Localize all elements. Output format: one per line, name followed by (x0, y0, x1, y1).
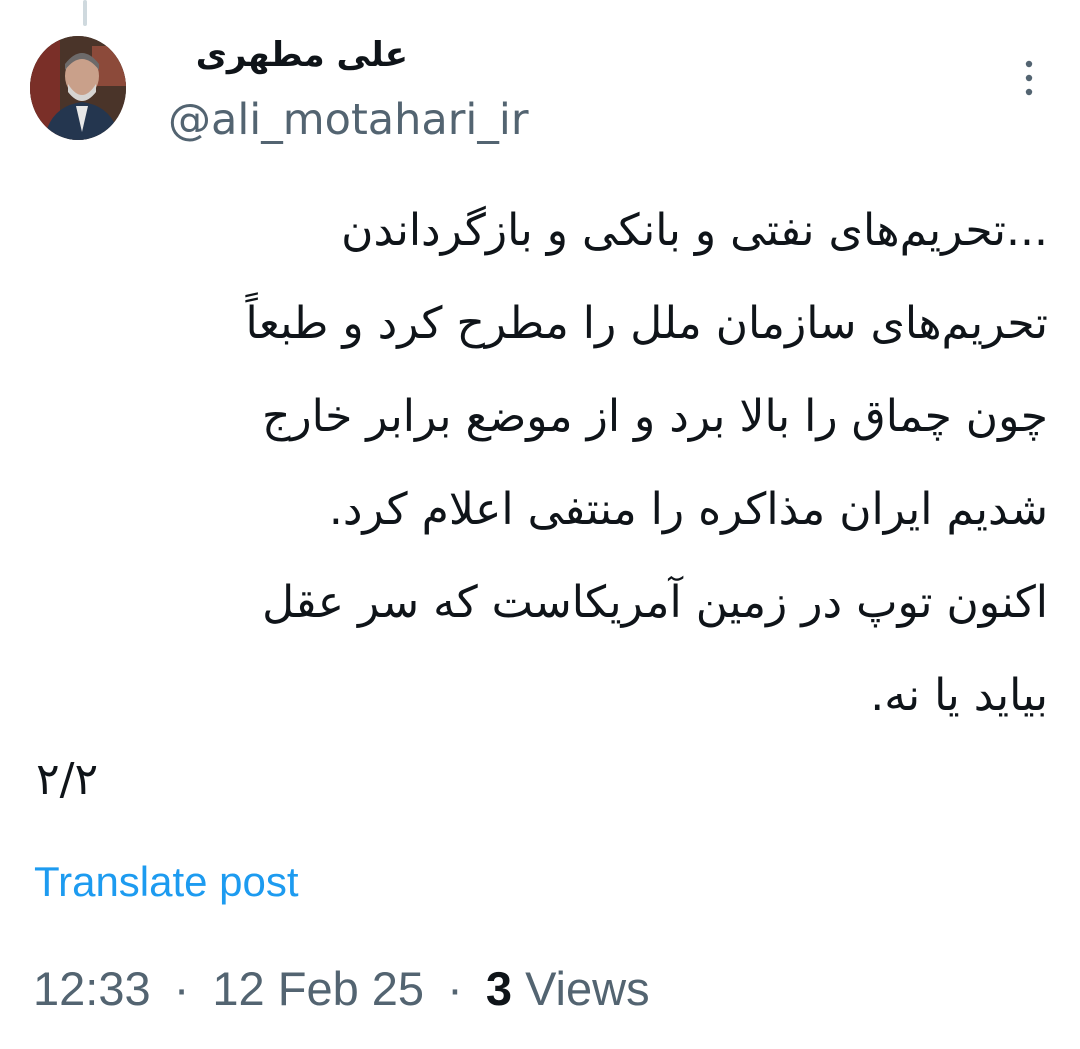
profile-photo (30, 36, 126, 140)
translate-post-link[interactable]: Translate post (34, 852, 299, 912)
author-handle[interactable]: @ali_motahari_ir (168, 92, 529, 148)
author-display-name[interactable]: علی مطهری (168, 30, 408, 80)
thread-connector-line (83, 0, 87, 26)
tweet-text-line: تحریم‌های سازمان ملل را مطرح کرد و طبعاً (245, 298, 1048, 349)
more-options-button[interactable] (1012, 56, 1046, 100)
views-count[interactable]: 3 (486, 962, 512, 1015)
tweet-text: ...تحریم‌های نفتی و بانکی و بازگرداندن ت… (30, 184, 1048, 742)
tweet-metadata: 12:33 · 12 Feb 25 · 3 Views (33, 956, 650, 1022)
more-vertical-icon (1025, 60, 1033, 96)
tweet-text-line: چون چماق را بالا برد و از موضع برابر خار… (262, 391, 1048, 442)
tweet-time[interactable]: 12:33 (33, 962, 151, 1015)
tweet-text-line: شدیم ایران مذاکره را منتفی اعلام کرد. (328, 484, 1048, 535)
tweet-text-line: بیاید یا نه. (870, 670, 1048, 721)
tweet-text-line: ...تحریم‌های نفتی و بانکی و بازگرداندن (341, 205, 1048, 256)
thread-counter: ۲/۲ (36, 754, 99, 805)
author-avatar[interactable] (30, 36, 126, 140)
tweet-text-line: اکنون توپ در زمین آمریکاست که سر عقل (262, 577, 1048, 628)
separator-dot: · (447, 962, 463, 1015)
views-label[interactable]: Views (525, 962, 650, 1015)
separator-dot: · (173, 962, 190, 1015)
tweet-date[interactable]: 12 Feb 25 (212, 962, 424, 1015)
